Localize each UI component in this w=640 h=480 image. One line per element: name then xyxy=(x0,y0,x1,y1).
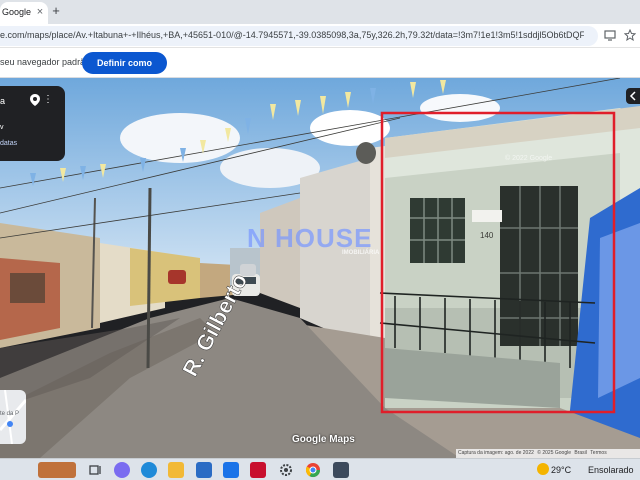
address-bar-row: e.com/maps/place/Av.+Itabuna+-+Ilhéus,+B… xyxy=(0,24,640,48)
file-explorer-icon[interactable] xyxy=(168,462,184,478)
mini-map[interactable]: te da P xyxy=(0,390,26,444)
url-text[interactable]: e.com/maps/place/Av.+Itabuna+-+Ilhéus,+B… xyxy=(0,30,584,40)
image-copyright-tag: © 2022 Google xyxy=(505,154,552,162)
mcafee-icon[interactable] xyxy=(250,462,266,478)
see-more-dates-link[interactable]: datas xyxy=(0,140,17,147)
install-app-icon[interactable] xyxy=(603,29,617,43)
taskbar: 29°C Ensolarado xyxy=(0,458,640,480)
chrome-icon[interactable] xyxy=(305,462,321,478)
panel-subtitle: v xyxy=(0,124,4,131)
weather-condition[interactable]: Ensolarado xyxy=(588,465,634,475)
browser-tab[interactable]: Google × xyxy=(0,2,48,24)
house-number: 140 xyxy=(480,231,494,240)
set-default-button[interactable]: Definir como padrão xyxy=(82,52,167,90)
street-view[interactable]: 140 © 2022 Google R. Gilberto N HOUSE IM… xyxy=(0,78,640,458)
browser-tab-strip: Google × + xyxy=(0,0,640,24)
calculator-icon[interactable] xyxy=(333,462,349,478)
widgets-icon[interactable] xyxy=(38,462,76,478)
more-options-icon[interactable]: ⋮ xyxy=(43,93,53,107)
edge-icon[interactable] xyxy=(141,462,157,478)
copyright: © 2025 Google xyxy=(537,450,571,456)
weather-temperature[interactable]: 29°C xyxy=(551,465,571,475)
tab-title: Google xyxy=(2,7,32,17)
country-link[interactable]: Brasil xyxy=(574,450,587,456)
store-icon[interactable] xyxy=(196,462,212,478)
infobar-message: seu navegador padrão xyxy=(0,57,91,67)
watermark-subtitle: IMOBILIÁRIA xyxy=(342,250,380,256)
copilot-icon[interactable] xyxy=(114,462,130,478)
address-bar[interactable]: e.com/maps/place/Av.+Itabuna+-+Ilhéus,+B… xyxy=(0,26,598,46)
location-pin-icon[interactable] xyxy=(29,93,41,107)
collapse-side-icon[interactable] xyxy=(626,88,640,104)
default-browser-infobar: seu navegador padrão Definir como padrão xyxy=(0,48,640,90)
panel-title: a xyxy=(0,96,6,106)
google-maps-logo: Google Maps xyxy=(292,434,355,445)
weather-sun-icon[interactable] xyxy=(537,463,549,475)
task-view-icon[interactable] xyxy=(88,462,104,478)
settings-gear-icon[interactable] xyxy=(278,462,294,478)
street-view-footer: Captura da imagem: ago. de 2022 © 2025 G… xyxy=(456,449,640,458)
tab-close-icon[interactable]: × xyxy=(34,5,46,19)
new-tab-button[interactable]: + xyxy=(49,3,63,19)
mini-map-roads-icon xyxy=(0,390,26,444)
mail-icon[interactable] xyxy=(223,462,239,478)
street-view-image: 140 © 2022 Google R. Gilberto xyxy=(0,78,640,458)
capture-date: Captura da imagem: ago. de 2022 xyxy=(458,450,534,456)
street-view-info-panel: a ⋮ v datas xyxy=(0,86,65,161)
bookmark-star-icon[interactable] xyxy=(623,28,637,43)
mini-map-label: te da P xyxy=(0,411,20,417)
terms-link[interactable]: Termos xyxy=(590,450,606,456)
